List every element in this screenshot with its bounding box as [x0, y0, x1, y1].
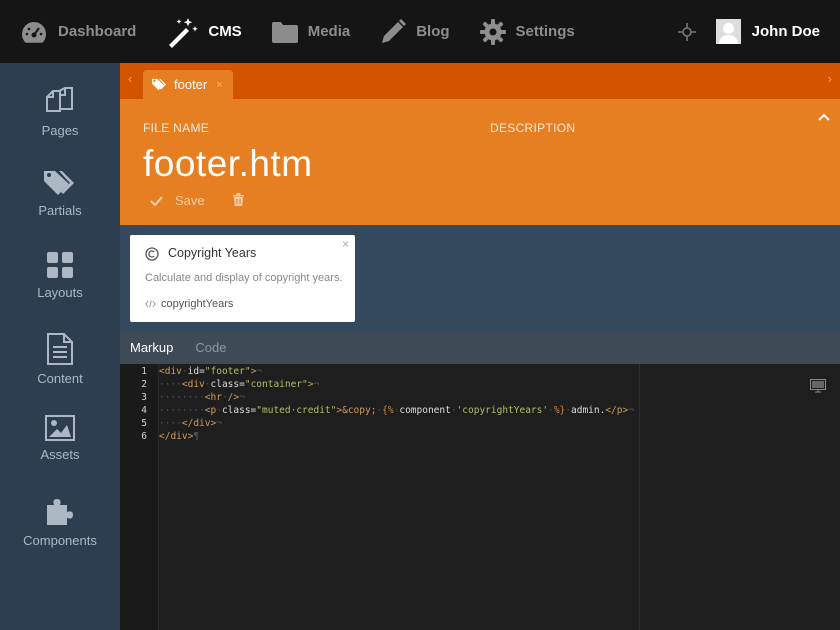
- line-number: 4: [141, 405, 147, 416]
- move-icon[interactable]: [677, 22, 696, 41]
- tab-scroll-right-icon[interactable]: ›: [828, 71, 832, 86]
- nav-cms-label: CMS: [208, 23, 242, 40]
- sidebar: Pages Partials Layouts Content Assets Co…: [0, 63, 120, 630]
- code-content[interactable]: <div·id="footer">¬ ····<div·class="conta…: [159, 364, 639, 630]
- file-name-field[interactable]: footer.htm: [143, 143, 313, 185]
- gear-icon: [479, 18, 506, 45]
- code-editor[interactable]: 1 2 3 4 5 6 <div·id="footer">¬ ····<div·…: [120, 364, 840, 630]
- sidebar-item-components[interactable]: Components: [0, 473, 120, 555]
- sidebar-item-label: Content: [37, 371, 83, 386]
- nav-settings-label: Settings: [515, 23, 575, 40]
- sidebar-item-label: Partials: [38, 203, 82, 218]
- sidebar-item-layouts[interactable]: Layouts: [0, 227, 120, 309]
- print-margin-line: [639, 364, 640, 630]
- save-label: Save: [175, 193, 205, 208]
- user-area: John Doe: [677, 0, 820, 63]
- chevron-up-icon[interactable]: [818, 113, 830, 121]
- dashboard-icon: [22, 21, 47, 43]
- component-card[interactable]: Copyright Years × Calculate and display …: [130, 235, 355, 322]
- nav-media-label: Media: [307, 23, 351, 40]
- save-button[interactable]: Save: [150, 193, 205, 208]
- puzzle-icon: [47, 499, 73, 525]
- tags-icon: [44, 171, 74, 195]
- user-name[interactable]: John Doe: [752, 23, 820, 40]
- code-line: ········<hr·/>¬: [159, 392, 245, 403]
- image-icon: [45, 415, 75, 441]
- tab-strip: ‹ footer × ›: [120, 63, 840, 99]
- tab-code[interactable]: Code: [195, 340, 226, 355]
- main-nav: Dashboard CMS Media Blog Settings: [0, 0, 605, 63]
- sidebar-item-pages[interactable]: Pages: [0, 63, 120, 145]
- pencil-icon: [382, 18, 407, 43]
- tab-close-icon[interactable]: ×: [216, 79, 222, 91]
- sidebar-item-label: Components: [23, 533, 97, 548]
- trash-icon[interactable]: [233, 193, 244, 206]
- nav-dashboard[interactable]: Dashboard: [20, 0, 136, 63]
- component-title: Copyright Years: [168, 246, 257, 260]
- top-navigation-bar: Dashboard CMS Media Blog Settings John D…: [0, 0, 840, 63]
- sidebar-item-label: Assets: [40, 447, 80, 462]
- copyright-icon: [145, 247, 159, 261]
- checkmark-icon: [150, 195, 163, 206]
- code-line: </div>¶: [159, 431, 200, 442]
- monitor-icon[interactable]: [810, 379, 826, 393]
- file-name-label: FILE NAME: [143, 121, 210, 135]
- line-number-gutter: 1 2 3 4 5 6: [120, 364, 159, 630]
- content-icon: [47, 333, 73, 365]
- folder-icon: [271, 21, 298, 43]
- code-line: ········<p·class="muted·credit">&copy;·{…: [159, 405, 634, 416]
- nav-blog-label: Blog: [416, 23, 450, 40]
- sidebar-item-content[interactable]: Content: [0, 309, 120, 391]
- editor-tabs: Markup Code: [120, 331, 840, 364]
- avatar[interactable]: [715, 19, 741, 44]
- nav-settings[interactable]: Settings: [479, 0, 575, 63]
- file-header: FILE NAME DESCRIPTION footer.htm Save: [120, 99, 840, 225]
- magic-wand-icon: [169, 17, 199, 48]
- nav-blog[interactable]: Blog: [380, 0, 450, 63]
- sidebar-item-assets[interactable]: Assets: [0, 391, 120, 473]
- tab-footer[interactable]: footer ×: [143, 70, 233, 99]
- sidebar-item-partials[interactable]: Partials: [0, 145, 120, 227]
- layouts-icon: [47, 252, 73, 278]
- tab-markup[interactable]: Markup: [130, 340, 173, 355]
- line-number: 5: [141, 418, 147, 429]
- nav-media[interactable]: Media: [271, 0, 351, 63]
- main-panel: ‹ footer × › FILE NAME DESCRIPTION foote…: [120, 63, 840, 630]
- tab-label: footer: [174, 77, 208, 92]
- code-icon: [145, 300, 156, 308]
- line-number: 2: [141, 379, 147, 390]
- code-line: ····</div>¬: [159, 418, 222, 429]
- line-number: 1: [141, 366, 147, 377]
- line-number: 3: [141, 392, 147, 403]
- pages-icon: [46, 87, 73, 112]
- code-line: ····<div·class="container">¬: [159, 379, 320, 390]
- nav-dashboard-label: Dashboard: [58, 23, 137, 40]
- tags-icon: [152, 78, 166, 91]
- component-alias-text: copyrightYears: [161, 298, 234, 310]
- description-label: DESCRIPTION: [490, 121, 576, 135]
- code-line: <div·id="footer">¬: [159, 366, 263, 377]
- components-area: Copyright Years × Calculate and display …: [120, 225, 840, 331]
- line-number: 6: [141, 431, 147, 442]
- sidebar-item-label: Layouts: [37, 285, 83, 300]
- component-description: Calculate and display of copyright years…: [145, 272, 343, 284]
- component-alias: copyrightYears: [145, 298, 233, 310]
- nav-cms[interactable]: CMS: [166, 0, 242, 63]
- tab-scroll-left-icon[interactable]: ‹: [128, 71, 132, 86]
- sidebar-item-label: Pages: [41, 123, 79, 138]
- component-close-icon[interactable]: ×: [342, 237, 349, 251]
